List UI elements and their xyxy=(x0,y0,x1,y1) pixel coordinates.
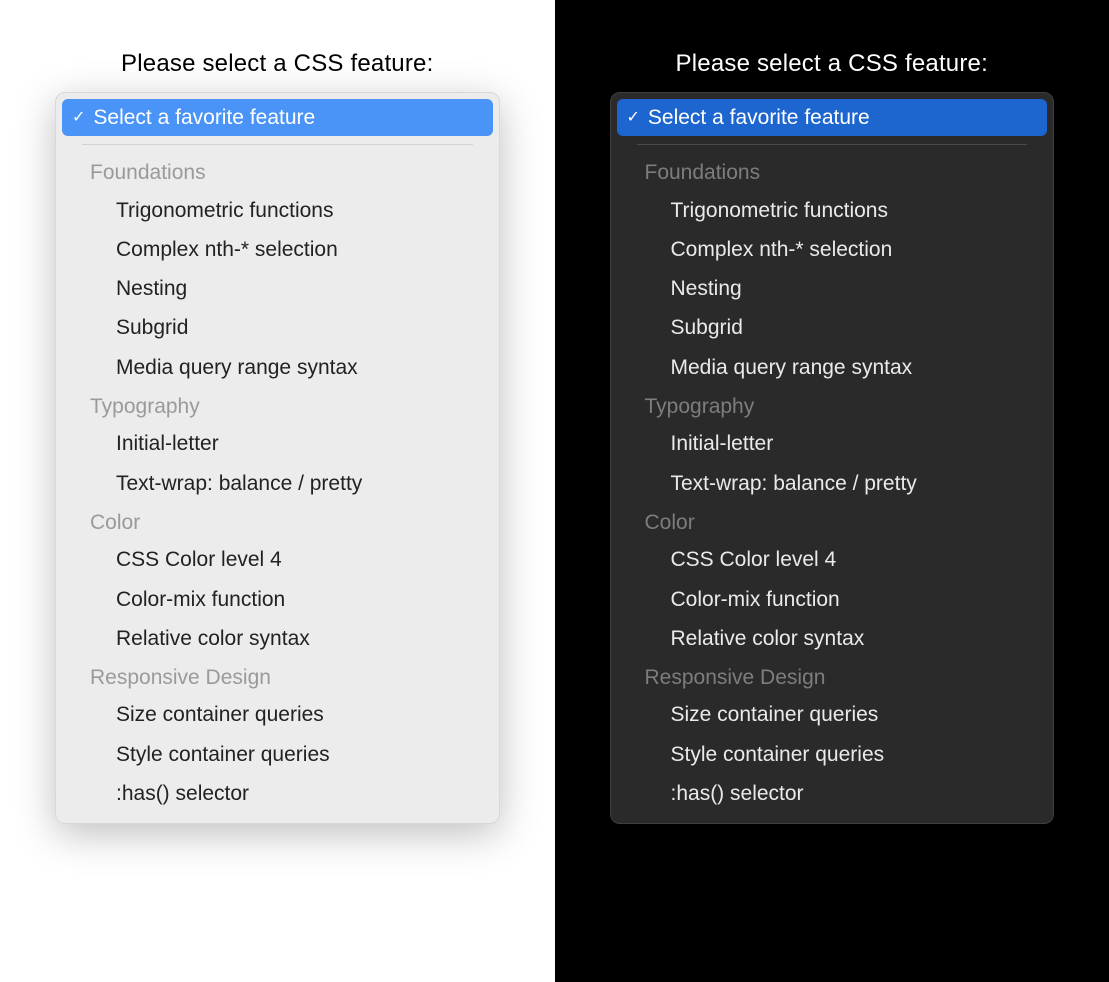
group-label-foundations: Foundations xyxy=(62,153,493,190)
option-trigonometric-functions[interactable]: Trigonometric functions xyxy=(62,191,493,230)
option-nesting[interactable]: Nesting xyxy=(62,269,493,308)
option-has-selector[interactable]: :has() selector xyxy=(617,774,1048,813)
option-size-container-queries[interactable]: Size container queries xyxy=(62,695,493,734)
group-label-typography: Typography xyxy=(62,387,493,424)
menu-divider xyxy=(82,144,473,145)
option-style-container-queries[interactable]: Style container queries xyxy=(617,735,1048,774)
menu-divider xyxy=(637,144,1028,145)
group-label-color: Color xyxy=(62,503,493,540)
selected-option-label: Select a favorite feature xyxy=(648,104,870,131)
group-label-typography: Typography xyxy=(617,387,1048,424)
check-icon: ✓ xyxy=(627,110,640,126)
selected-option-row[interactable]: ✓ Select a favorite feature xyxy=(617,99,1048,136)
group-label-foundations: Foundations xyxy=(617,153,1048,190)
option-initial-letter[interactable]: Initial-letter xyxy=(617,424,1048,463)
option-trigonometric-functions[interactable]: Trigonometric functions xyxy=(617,191,1048,230)
option-style-container-queries[interactable]: Style container queries xyxy=(62,735,493,774)
light-mode-pane: Please select a CSS feature: ✓ Select a … xyxy=(0,0,555,982)
selected-option-label: Select a favorite feature xyxy=(93,104,315,131)
option-text-wrap-balance-pretty[interactable]: Text-wrap: balance / pretty xyxy=(617,464,1048,503)
check-icon: ✓ xyxy=(72,110,85,126)
option-subgrid[interactable]: Subgrid xyxy=(617,308,1048,347)
option-color-mix-function[interactable]: Color-mix function xyxy=(62,580,493,619)
option-complex-nth-selection[interactable]: Complex nth-* selection xyxy=(617,230,1048,269)
selected-option-row[interactable]: ✓ Select a favorite feature xyxy=(62,99,493,136)
option-subgrid[interactable]: Subgrid xyxy=(62,308,493,347)
option-text-wrap-balance-pretty[interactable]: Text-wrap: balance / pretty xyxy=(62,464,493,503)
option-relative-color-syntax[interactable]: Relative color syntax xyxy=(617,619,1048,658)
option-groups-light: FoundationsTrigonometric functionsComple… xyxy=(62,153,493,813)
group-label-color: Color xyxy=(617,503,1048,540)
option-complex-nth-selection[interactable]: Complex nth-* selection xyxy=(62,230,493,269)
option-css-color-level-4[interactable]: CSS Color level 4 xyxy=(617,540,1048,579)
option-has-selector[interactable]: :has() selector xyxy=(62,774,493,813)
option-media-query-range-syntax[interactable]: Media query range syntax xyxy=(62,348,493,387)
select-popup-dark[interactable]: ✓ Select a favorite feature FoundationsT… xyxy=(610,92,1055,824)
option-size-container-queries[interactable]: Size container queries xyxy=(617,695,1048,734)
option-css-color-level-4[interactable]: CSS Color level 4 xyxy=(62,540,493,579)
select-popup-light[interactable]: ✓ Select a favorite feature FoundationsT… xyxy=(55,92,500,824)
dark-mode-pane: Please select a CSS feature: ✓ Select a … xyxy=(555,0,1109,982)
group-label-responsive-design: Responsive Design xyxy=(617,658,1048,695)
prompt-label: Please select a CSS feature: xyxy=(610,50,1055,78)
option-initial-letter[interactable]: Initial-letter xyxy=(62,424,493,463)
prompt-label: Please select a CSS feature: xyxy=(55,50,500,78)
option-groups-dark: FoundationsTrigonometric functionsComple… xyxy=(617,153,1048,813)
option-color-mix-function[interactable]: Color-mix function xyxy=(617,580,1048,619)
option-media-query-range-syntax[interactable]: Media query range syntax xyxy=(617,348,1048,387)
option-relative-color-syntax[interactable]: Relative color syntax xyxy=(62,619,493,658)
option-nesting[interactable]: Nesting xyxy=(617,269,1048,308)
group-label-responsive-design: Responsive Design xyxy=(62,658,493,695)
